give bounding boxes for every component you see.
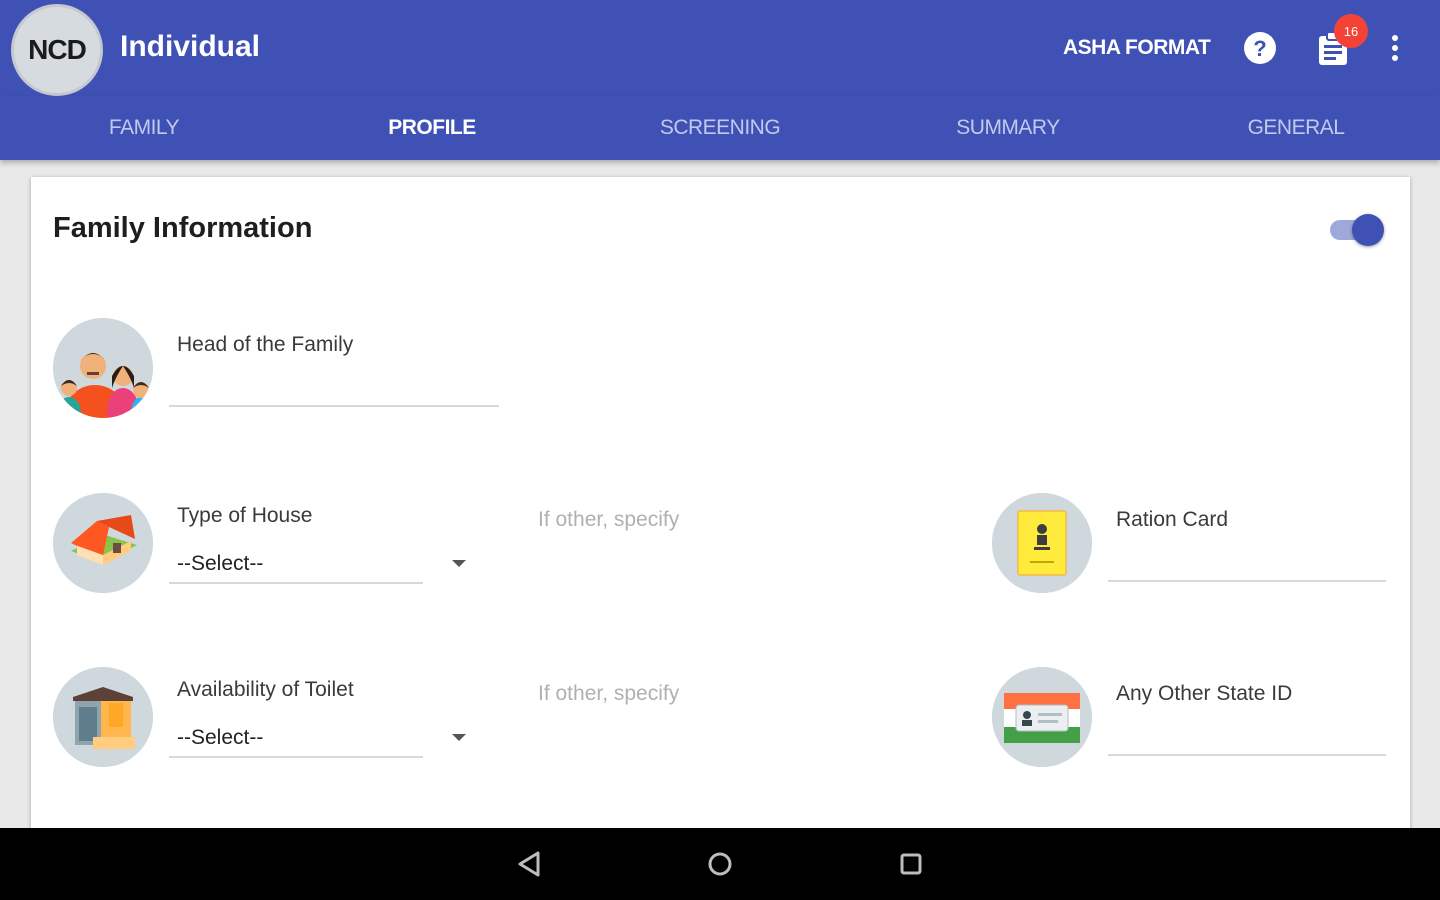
state-id-icon [992, 667, 1092, 767]
home-icon[interactable] [702, 846, 738, 882]
state-id-label: Any Other State ID [1116, 682, 1293, 705]
type-of-house-dropdown-icon[interactable] [452, 560, 466, 567]
app-logo-text: NCD [28, 34, 87, 65]
type-of-house-underline [169, 582, 423, 584]
tab-profile[interactable]: PROFILE [288, 96, 576, 160]
ration-card-label: Ration Card [1116, 508, 1229, 531]
tab-general[interactable]: GENERAL [1152, 96, 1440, 160]
head-of-family-label: Head of the Family [177, 333, 354, 356]
asha-format-button[interactable]: ASHA FORMAT [1063, 36, 1211, 60]
svg-text:?: ? [1253, 36, 1266, 61]
tab-family[interactable]: FAMILY [0, 96, 288, 160]
head-of-family-input[interactable] [169, 405, 499, 407]
toilet-dropdown-icon[interactable] [452, 734, 466, 741]
toilet-icon [53, 667, 153, 767]
type-of-house-label: Type of House [177, 504, 313, 527]
tab-bar: FAMILY PROFILE SCREENING SUMMARY GENERAL [0, 96, 1440, 160]
recents-icon[interactable] [893, 846, 929, 882]
help-icon[interactable]: ? [1243, 31, 1277, 65]
system-nav-bar [0, 828, 1440, 900]
toggle-knob [1352, 214, 1384, 246]
toilet-underline [169, 756, 423, 758]
more-vert-icon[interactable] [1383, 31, 1407, 65]
notification-badge[interactable]: 16 [1334, 14, 1368, 48]
type-of-house-select-value[interactable]: --Select-- [177, 552, 263, 576]
family-icon [53, 318, 153, 418]
family-information-card: Family Information Head of the Family Ty… [31, 177, 1410, 837]
family-info-toggle[interactable] [1328, 214, 1384, 246]
ration-card-input[interactable] [1108, 580, 1386, 582]
state-id-input[interactable] [1108, 754, 1386, 756]
app-bar: NCD Individual ASHA FORMAT ? 16 [0, 0, 1440, 96]
app-logo: NCD [11, 4, 103, 96]
tab-screening[interactable]: SCREENING [576, 96, 864, 160]
toilet-label: Availability of Toilet [177, 678, 354, 701]
house-icon [53, 493, 153, 593]
card-title: Family Information [53, 212, 313, 244]
house-other-input[interactable]: If other, specify [538, 508, 679, 532]
page-title: Individual [120, 30, 261, 63]
toilet-other-input[interactable]: If other, specify [538, 682, 679, 706]
tab-summary[interactable]: SUMMARY [864, 96, 1152, 160]
ration-card-icon [992, 493, 1092, 593]
toilet-select-value[interactable]: --Select-- [177, 726, 263, 750]
back-icon[interactable] [512, 846, 548, 882]
